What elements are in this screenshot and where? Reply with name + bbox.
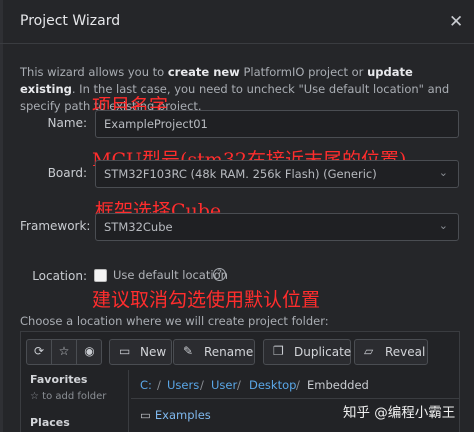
duplicate-label: Duplicate	[294, 345, 352, 359]
framework-label: Framework:	[20, 219, 91, 233]
board-label: Board:	[47, 166, 87, 180]
desc-part-5: . In the last case, you need to uncheck …	[20, 82, 450, 113]
folder-icon: ▱	[364, 344, 374, 358]
favorites-heading: Favorites	[30, 373, 88, 386]
new-folder-button[interactable]: ▭ New	[109, 339, 172, 365]
chevron-down-icon: ⌄	[438, 219, 448, 232]
desc-part-3: PlatformIO project or	[239, 65, 368, 79]
board-select[interactable]: STM32F103RC (48k RAM. 256k Flash) (Gener…	[95, 160, 459, 188]
help-icon[interactable]: ?	[213, 268, 226, 281]
rename-label: Rename	[204, 345, 254, 359]
list-item[interactable]: ▭ Examples	[140, 408, 211, 422]
reveal-label: Reveal	[385, 345, 426, 359]
refresh-icon[interactable]: ⟳	[27, 340, 52, 364]
breadcrumb-separator: /	[296, 378, 300, 392]
breadcrumb-separator: /	[200, 378, 204, 392]
new-folder-icon: ▭	[119, 344, 131, 358]
breadcrumb-separator: /	[157, 378, 161, 392]
desc-create-new: create new	[167, 65, 240, 79]
use-default-location-checkbox[interactable]	[94, 269, 107, 282]
breadcrumb-drive[interactable]: C:	[140, 378, 152, 392]
eye-icon[interactable]: ◉	[77, 340, 102, 364]
framework-select-value: STM32Cube	[104, 220, 173, 234]
breadcrumb-desktop[interactable]: Desktop	[249, 378, 296, 392]
dialog-title: Project Wizard	[20, 13, 121, 29]
breadcrumb: C: / Users / User / Desktop / Embedded	[131, 371, 459, 399]
new-folder-label: New	[140, 345, 167, 359]
breadcrumb-user[interactable]: User	[211, 378, 237, 392]
places-heading: Places	[30, 416, 70, 429]
desc-part-1: This wizard allows you to	[20, 65, 168, 79]
annotation-location: 建议取消勾选使用默认位置	[92, 289, 321, 311]
close-icon[interactable]: ✕	[449, 12, 463, 32]
folder-icon: ▭	[140, 408, 151, 422]
rename-button[interactable]: ✎ Rename	[173, 339, 255, 365]
name-label: Name:	[47, 116, 87, 130]
location-label: Location:	[32, 269, 87, 283]
breadcrumb-separator: /	[237, 378, 241, 392]
list-item-label: Examples	[154, 408, 211, 422]
left-edge-strip	[0, 0, 3, 432]
duplicate-button[interactable]: ❐ Duplicate	[263, 339, 351, 365]
star-icon[interactable]: ☆	[52, 340, 77, 364]
name-input-value: ExampleProject01	[104, 117, 208, 131]
favorites-hint: ☆ to add folder	[30, 391, 107, 402]
reveal-button[interactable]: ▱ Reveal	[354, 339, 428, 365]
view-button-group: ⟳ ☆ ◉	[26, 339, 102, 365]
pencil-icon: ✎	[183, 344, 194, 358]
name-input[interactable]: ExampleProject01	[95, 110, 459, 138]
dialog-titlebar: Project Wizard ✕	[0, 0, 474, 44]
framework-select[interactable]: STM32Cube ⌄	[95, 213, 459, 241]
breadcrumb-current: Embedded	[307, 378, 369, 392]
board-select-value: STM32F103RC (48k RAM. 256k Flash) (Gener…	[104, 167, 377, 181]
watermark: 知乎 @编程小霸王	[343, 405, 456, 421]
duplicate-icon: ❐	[273, 344, 284, 358]
project-wizard-dialog: Project Wizard ✕ This wizard allows you …	[0, 0, 474, 432]
choose-location-text: Choose a location where we will create p…	[20, 314, 329, 328]
breadcrumb-users[interactable]: Users	[167, 378, 199, 392]
wizard-description: This wizard allows you to create new Pla…	[20, 64, 466, 115]
browser-sidebar: Favorites ☆ to add folder Places	[21, 370, 129, 432]
use-default-location-label[interactable]: Use default location	[113, 268, 228, 282]
chevron-down-icon: ⌄	[438, 166, 448, 179]
